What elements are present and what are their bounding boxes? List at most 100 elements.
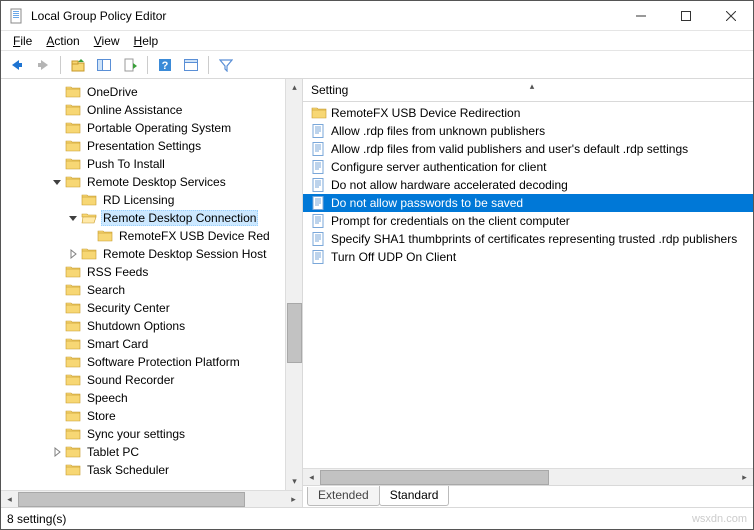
scroll-thumb[interactable] (320, 470, 549, 485)
menu-view[interactable]: View (88, 33, 126, 49)
tree-item[interactable]: RD Licensing (1, 191, 285, 209)
tree-item[interactable]: Tablet PC (1, 443, 285, 461)
toolbar-up-button[interactable] (66, 54, 90, 76)
folder-icon (65, 408, 81, 424)
expand-icon[interactable] (65, 249, 81, 259)
tree-item-label: OneDrive (85, 85, 140, 99)
tab-extended[interactable]: Extended (307, 487, 380, 506)
tree-item-label: RSS Feeds (85, 265, 150, 279)
folder-icon (65, 390, 81, 406)
list-item[interactable]: Do not allow hardware accelerated decodi… (303, 176, 753, 194)
toolbar-separator (208, 56, 209, 74)
maximize-button[interactable] (663, 1, 708, 30)
tree-item[interactable]: Remote Desktop Session Host (1, 245, 285, 263)
folder-icon (65, 84, 81, 100)
folder-icon (65, 462, 81, 478)
menu-help[interactable]: Help (128, 33, 165, 49)
expand-icon[interactable] (49, 447, 65, 457)
list-header[interactable]: Setting ▴ (303, 79, 753, 102)
policy-setting-icon (311, 195, 327, 211)
list-item[interactable]: RemoteFX USB Device Redirection (303, 104, 753, 122)
tree-item[interactable]: Presentation Settings (1, 137, 285, 155)
scroll-thumb[interactable] (18, 492, 245, 507)
collapse-icon[interactable] (49, 177, 65, 187)
tree-item[interactable]: Store (1, 407, 285, 425)
column-setting[interactable]: Setting ▴ (311, 83, 753, 97)
tree-item[interactable]: Shutdown Options (1, 317, 285, 335)
folder-open-icon (81, 210, 97, 226)
column-label: Setting (311, 83, 348, 97)
tree-item-label: Tablet PC (85, 445, 141, 459)
toolbar-filter-button[interactable] (214, 54, 238, 76)
watermark: wsxdn.com (692, 513, 747, 525)
toolbar-export-button[interactable] (118, 54, 142, 76)
tree-item[interactable]: RSS Feeds (1, 263, 285, 281)
tree-horizontal-scrollbar[interactable]: ◂ ▸ (1, 490, 302, 507)
tree-item[interactable]: OneDrive (1, 83, 285, 101)
scroll-up-arrow-icon[interactable]: ▴ (286, 79, 303, 96)
tree-vertical-scrollbar[interactable]: ▴ ▾ (285, 79, 302, 490)
tree-item[interactable]: Remote Desktop Connection (1, 209, 285, 227)
policy-setting-icon (311, 177, 327, 193)
list-item[interactable]: Turn Off UDP On Client (303, 248, 753, 266)
tab-standard[interactable]: Standard (379, 486, 450, 506)
tree-item[interactable]: Speech (1, 389, 285, 407)
tree-item[interactable]: Smart Card (1, 335, 285, 353)
toolbar-show-hide-tree-button[interactable] (92, 54, 116, 76)
menu-file[interactable]: File (7, 33, 38, 49)
toolbar: ? (1, 51, 753, 79)
tree-item-label: Presentation Settings (85, 139, 203, 153)
tree-pane: OneDrive Online AssistancePortable Operat… (1, 79, 303, 507)
list-item-label: Allow .rdp files from valid publishers a… (331, 142, 688, 156)
list-item[interactable]: Allow .rdp files from valid publishers a… (303, 140, 753, 158)
folder-icon (65, 372, 81, 388)
scroll-left-arrow-icon[interactable]: ◂ (1, 491, 18, 508)
tree-item-label: Remote Desktop Connection (101, 210, 258, 226)
list-item-label: RemoteFX USB Device Redirection (331, 106, 520, 120)
tree-item-label: Task Scheduler (85, 463, 171, 477)
tree-item[interactable]: Portable Operating System (1, 119, 285, 137)
scroll-down-arrow-icon[interactable]: ▾ (286, 473, 303, 490)
tree-item[interactable]: Push To Install (1, 155, 285, 173)
toolbar-help-button[interactable]: ? (153, 54, 177, 76)
scroll-thumb[interactable] (287, 303, 302, 363)
list-item[interactable]: Specify SHA1 thumbprints of certificates… (303, 230, 753, 248)
toolbar-properties-button[interactable] (179, 54, 203, 76)
toolbar-back-button[interactable] (5, 54, 29, 76)
scroll-left-arrow-icon[interactable]: ◂ (303, 469, 320, 486)
tree-item-label: Push To Install (85, 157, 167, 171)
tree-view[interactable]: OneDrive Online AssistancePortable Operat… (1, 79, 285, 479)
tree-item[interactable]: Sync your settings (1, 425, 285, 443)
tree-item[interactable]: Software Protection Platform (1, 353, 285, 371)
minimize-button[interactable] (618, 1, 663, 30)
tree-item-label: Smart Card (85, 337, 150, 351)
menu-action[interactable]: Action (40, 33, 85, 49)
tree-item[interactable]: Sound Recorder (1, 371, 285, 389)
folder-icon (65, 102, 81, 118)
list-item[interactable]: Allow .rdp files from unknown publishers (303, 122, 753, 140)
close-button[interactable] (708, 1, 753, 30)
tree-item[interactable]: Task Scheduler (1, 461, 285, 479)
folder-icon (65, 318, 81, 334)
list-item[interactable]: Configure server authentication for clie… (303, 158, 753, 176)
folder-icon (65, 156, 81, 172)
tree-item[interactable]: Search (1, 281, 285, 299)
scroll-right-arrow-icon[interactable]: ▸ (285, 491, 302, 508)
tree-item[interactable]: Online Assistance (1, 101, 285, 119)
settings-list[interactable]: RemoteFX USB Device Redirection Allow .rd… (303, 102, 753, 468)
folder-icon (81, 192, 97, 208)
details-pane: Setting ▴ RemoteFX USB Device Redirectio… (303, 79, 753, 507)
list-horizontal-scrollbar[interactable]: ◂ ▸ (303, 468, 753, 485)
status-bar: 8 setting(s) wsxdn.com (1, 507, 753, 529)
list-item[interactable]: Prompt for credentials on the client com… (303, 212, 753, 230)
folder-icon (97, 228, 113, 244)
tree-item[interactable]: Security Center (1, 299, 285, 317)
tree-item[interactable]: Remote Desktop Services (1, 173, 285, 191)
collapse-icon[interactable] (65, 213, 81, 223)
toolbar-forward-button[interactable] (31, 54, 55, 76)
title-bar: Local Group Policy Editor (1, 1, 753, 31)
folder-icon (65, 426, 81, 442)
tree-item[interactable]: RemoteFX USB Device Red (1, 227, 285, 245)
scroll-right-arrow-icon[interactable]: ▸ (736, 469, 753, 486)
list-item[interactable]: Do not allow passwords to be saved (303, 194, 753, 212)
